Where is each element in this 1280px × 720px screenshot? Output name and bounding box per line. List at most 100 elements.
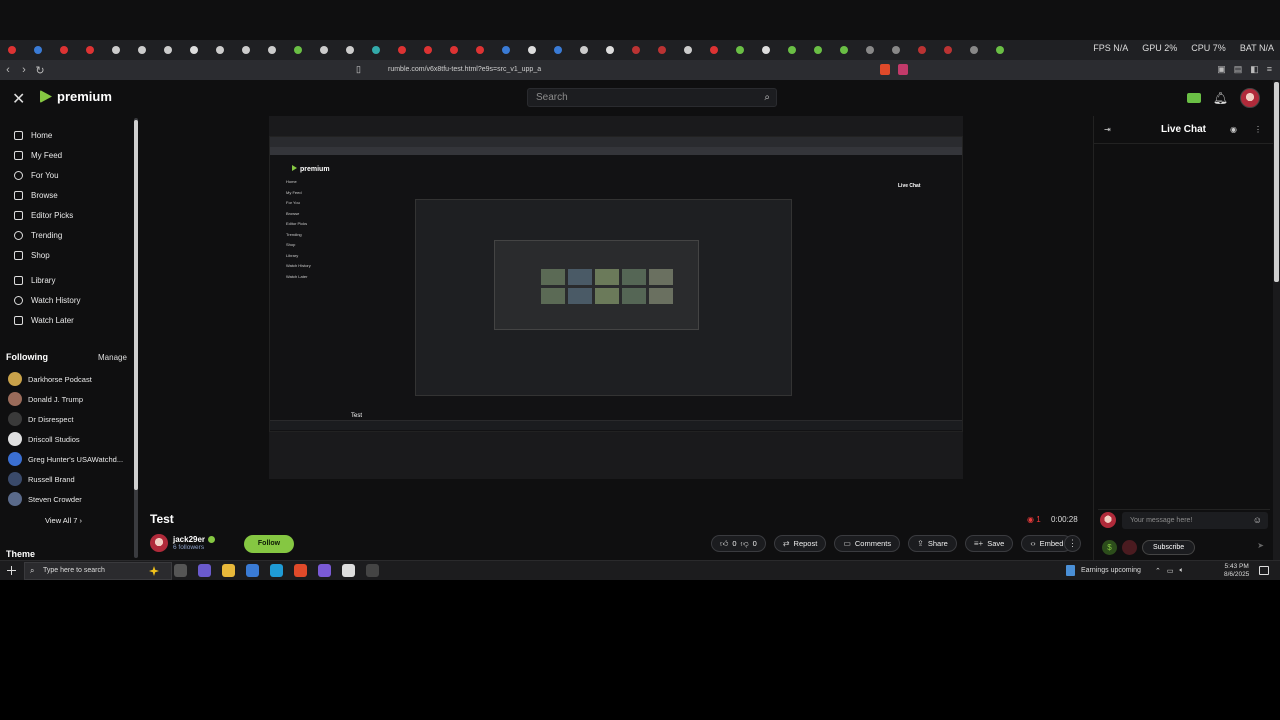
browser-tab[interactable]	[576, 43, 602, 57]
browser-tab[interactable]	[264, 43, 290, 57]
sidebar-item-home[interactable]: Home	[14, 131, 52, 140]
following-item[interactable]: Russell Brand	[8, 472, 132, 486]
channel-avatar[interactable]	[150, 534, 168, 552]
tip-icon[interactable]: $	[1102, 540, 1117, 555]
extension-icon[interactable]	[898, 64, 908, 75]
brand-logo[interactable]: premium	[40, 89, 112, 104]
browser-tab[interactable]	[56, 43, 82, 57]
browser-tab[interactable]	[368, 43, 394, 57]
notification-icon[interactable]	[1259, 566, 1269, 575]
following-item[interactable]: Greg Hunter's USAWatchd...	[8, 452, 132, 466]
browser-tab[interactable]	[394, 43, 420, 57]
browser-tab[interactable]	[446, 43, 472, 57]
thumbs-down-icon[interactable]: 👎︎	[741, 539, 749, 549]
chat-camera-icon[interactable]: ◉	[1230, 125, 1237, 134]
avatar[interactable]	[1240, 88, 1260, 108]
browser-tab[interactable]	[134, 43, 160, 57]
sidebar-item-browse[interactable]: Browse	[14, 191, 58, 200]
url-field[interactable]: rumble.com/v6x8tfu-test.html?e9s=src_v1_…	[370, 63, 910, 77]
brave-icon[interactable]	[294, 564, 307, 577]
manage-link[interactable]: Manage	[98, 353, 127, 362]
view-all-link[interactable]: View All 7 ›	[45, 516, 82, 525]
widget-icon[interactable]	[1066, 565, 1075, 576]
browser-tab[interactable]	[836, 43, 862, 57]
following-item[interactable]: Dr Disrespect	[8, 412, 132, 426]
copilot-icon[interactable]	[149, 566, 159, 576]
sidebar-item-editor-picks[interactable]: Editor Picks	[14, 211, 73, 220]
browser-tab[interactable]	[862, 43, 888, 57]
comments-button[interactable]: ▭ Comments	[834, 535, 901, 552]
sidebar-item-watch-history[interactable]: Watch History	[14, 296, 81, 305]
bell-icon[interactable]: 🔔︎	[1213, 91, 1228, 105]
following-item[interactable]: Donald J. Trump	[8, 392, 132, 406]
terminal-icon[interactable]	[366, 564, 379, 577]
browser-tab[interactable]	[160, 43, 186, 57]
sidebar-icon[interactable]: ▤	[1234, 64, 1243, 75]
save-button[interactable]: ≡+ Save	[964, 535, 1014, 552]
browser-tab[interactable]	[550, 43, 576, 57]
channel-name[interactable]: jack29er	[173, 535, 205, 544]
close-icon[interactable]: ✕	[12, 89, 25, 109]
browser-tab[interactable]	[212, 43, 238, 57]
browser-tab[interactable]	[940, 43, 966, 57]
forward-icon[interactable]: ›	[16, 64, 32, 76]
menu-icon[interactable]: ≡	[1267, 64, 1272, 75]
browser-tab[interactable]	[524, 43, 550, 57]
browser-tab[interactable]	[992, 43, 1018, 57]
video-player[interactable]: premium Home My Feed For You Browse Editor P…	[269, 116, 963, 479]
browser-tab[interactable]	[914, 43, 940, 57]
search-input[interactable]: Search ⌕	[527, 88, 777, 107]
edge-icon[interactable]	[270, 564, 283, 577]
volume-icon[interactable]: 🔈︎	[1179, 567, 1183, 575]
copilot-app-icon[interactable]	[198, 564, 211, 577]
browser-tab[interactable]	[342, 43, 368, 57]
chat-more-icon[interactable]: ⋮	[1254, 125, 1262, 134]
browser-tab[interactable]	[888, 43, 914, 57]
browser-tab[interactable]	[316, 43, 342, 57]
extensions-icon[interactable]: ▣	[1217, 64, 1226, 75]
back-icon[interactable]: ‹	[0, 64, 16, 76]
repost-button[interactable]: ⇄ Repost	[773, 535, 827, 552]
browser-tab[interactable]	[4, 43, 30, 57]
network-icon[interactable]: ▭	[1167, 567, 1174, 575]
browser-tab[interactable]	[602, 43, 628, 57]
reload-icon[interactable]: ↻	[32, 64, 48, 77]
send-icon[interactable]: ➤	[1257, 541, 1264, 550]
thumbs-up-icon[interactable]: 👍︎	[720, 539, 728, 549]
following-item[interactable]: Driscoll Studios	[8, 432, 132, 446]
sidebar-scrollbar[interactable]	[134, 118, 138, 558]
sidebar-item-shop[interactable]: Shop	[14, 251, 50, 260]
taskbar-search-input[interactable]: ⌕ Type here to search	[24, 562, 172, 580]
browser-tab[interactable]	[82, 43, 108, 57]
tray-chevron-icon[interactable]: ⌃	[1155, 567, 1161, 575]
chat-message-input[interactable]: Your message here! ☺	[1122, 512, 1268, 529]
sidebar-item-trending[interactable]: Trending	[14, 231, 62, 240]
follow-button[interactable]: Follow	[244, 535, 294, 553]
browser-tab[interactable]	[732, 43, 758, 57]
collapse-chat-icon[interactable]: ⇥	[1104, 125, 1111, 134]
sidebar-item-for-you[interactable]: For You	[14, 171, 59, 180]
browser-tab[interactable]	[706, 43, 732, 57]
page-scroll-thumb[interactable]	[1274, 82, 1279, 282]
browser-tab[interactable]	[810, 43, 836, 57]
browser-tab[interactable]	[498, 43, 524, 57]
rant-icon[interactable]	[1122, 540, 1137, 555]
search-icon[interactable]: ⌕	[764, 89, 770, 106]
following-item[interactable]: Steven Crowder	[8, 492, 132, 506]
windows-start-icon[interactable]	[7, 566, 16, 575]
wallet-icon[interactable]: ◧	[1250, 64, 1259, 75]
sidebar-scroll-thumb[interactable]	[134, 120, 138, 490]
file-explorer-icon[interactable]	[222, 564, 235, 577]
browser-tab[interactable]	[238, 43, 264, 57]
task-view-icon[interactable]	[174, 564, 187, 577]
bookmark-icon[interactable]: ▯	[356, 64, 361, 75]
capcut-icon[interactable]	[342, 564, 355, 577]
weather-text[interactable]: Earnings upcoming	[1081, 567, 1141, 574]
browser-tab[interactable]	[628, 43, 654, 57]
browser-tab[interactable]	[680, 43, 706, 57]
share-button[interactable]: ⇪ Share	[908, 535, 957, 552]
sidebar-item-my-feed[interactable]: My Feed	[14, 151, 62, 160]
channel-info[interactable]: jack29er 6 followers	[150, 534, 216, 552]
browser-tab[interactable]	[784, 43, 810, 57]
browser-tab[interactable]	[290, 43, 316, 57]
